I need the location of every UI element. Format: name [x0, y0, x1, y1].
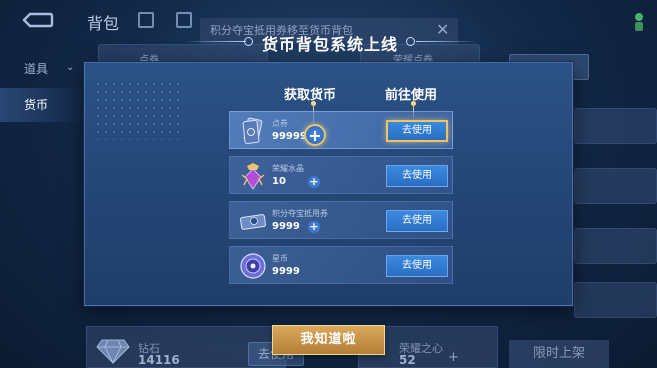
- decorative-dots: [94, 80, 184, 140]
- bg-item-card[interactable]: [574, 282, 657, 318]
- currency-value: 99999: [272, 131, 307, 142]
- currency-name: 点券: [272, 119, 288, 128]
- currency-name: 星币: [272, 254, 288, 263]
- currency-value: 9999: [272, 266, 300, 277]
- bg-item-card[interactable]: [574, 228, 657, 264]
- plus-icon[interactable]: +: [448, 350, 459, 365]
- chevron-down-icon: ⌄: [66, 62, 75, 73]
- ticket-icon: [242, 117, 263, 144]
- currency-row: 点券 99999 + 去使用: [229, 111, 453, 149]
- add-currency-button[interactable]: +: [308, 221, 320, 233]
- crystal-icon: [241, 163, 265, 190]
- currency-name: 积分夺宝抵用券: [272, 209, 328, 218]
- currency-row: 星币 9999 去使用: [229, 246, 453, 284]
- page-title: 背包: [87, 14, 120, 33]
- diamond-icon: [96, 339, 130, 364]
- use-currency-button[interactable]: 去使用: [386, 210, 448, 232]
- currency-name: 荣耀水晶: [272, 164, 304, 173]
- voucher-icon: [240, 214, 266, 230]
- bg-item-value: 52: [399, 353, 416, 367]
- sidebar-item-label: 道具: [24, 62, 49, 76]
- sidebar-item-label: 货币: [24, 98, 49, 112]
- back-icon[interactable]: [20, 10, 54, 30]
- sidebar: 道具 ⌄ 货币: [0, 42, 84, 368]
- sidebar-item-currency[interactable]: 货币: [0, 88, 84, 122]
- add-currency-button[interactable]: +: [304, 124, 326, 146]
- sidebar-item-items[interactable]: 道具 ⌄: [0, 52, 84, 86]
- ok-button[interactable]: 我知道啦: [272, 325, 385, 355]
- bg-item-value: 14116: [138, 353, 180, 367]
- bg-item-card[interactable]: [574, 168, 657, 204]
- character-icon[interactable]: [632, 12, 646, 32]
- currency-row: 积分夺宝抵用券 9999 + 去使用: [229, 201, 453, 239]
- star-coin-icon: [240, 253, 266, 279]
- add-currency-button[interactable]: +: [308, 176, 320, 188]
- modal-title: 货币背包系统上线: [261, 35, 398, 54]
- hint-get-currency: 获取货币: [284, 88, 337, 103]
- use-currency-button[interactable]: 去使用: [386, 120, 448, 142]
- title-divider: [416, 41, 478, 42]
- title-ornament-icon: [406, 37, 415, 46]
- use-currency-button[interactable]: 去使用: [386, 255, 448, 277]
- limited-offer-button[interactable]: 限时上架: [509, 340, 609, 368]
- currency-value: 10: [272, 176, 286, 187]
- bg-item-card[interactable]: [574, 108, 657, 144]
- hint-go-use: 前往使用: [385, 88, 438, 103]
- sort-icon[interactable]: [138, 12, 154, 28]
- modal-header: 货币背包系统上线: [180, 26, 480, 58]
- currency-row: 荣耀水晶 10 + 去使用: [229, 156, 453, 194]
- use-currency-button[interactable]: 去使用: [386, 165, 448, 187]
- currency-value: 9999: [272, 221, 300, 232]
